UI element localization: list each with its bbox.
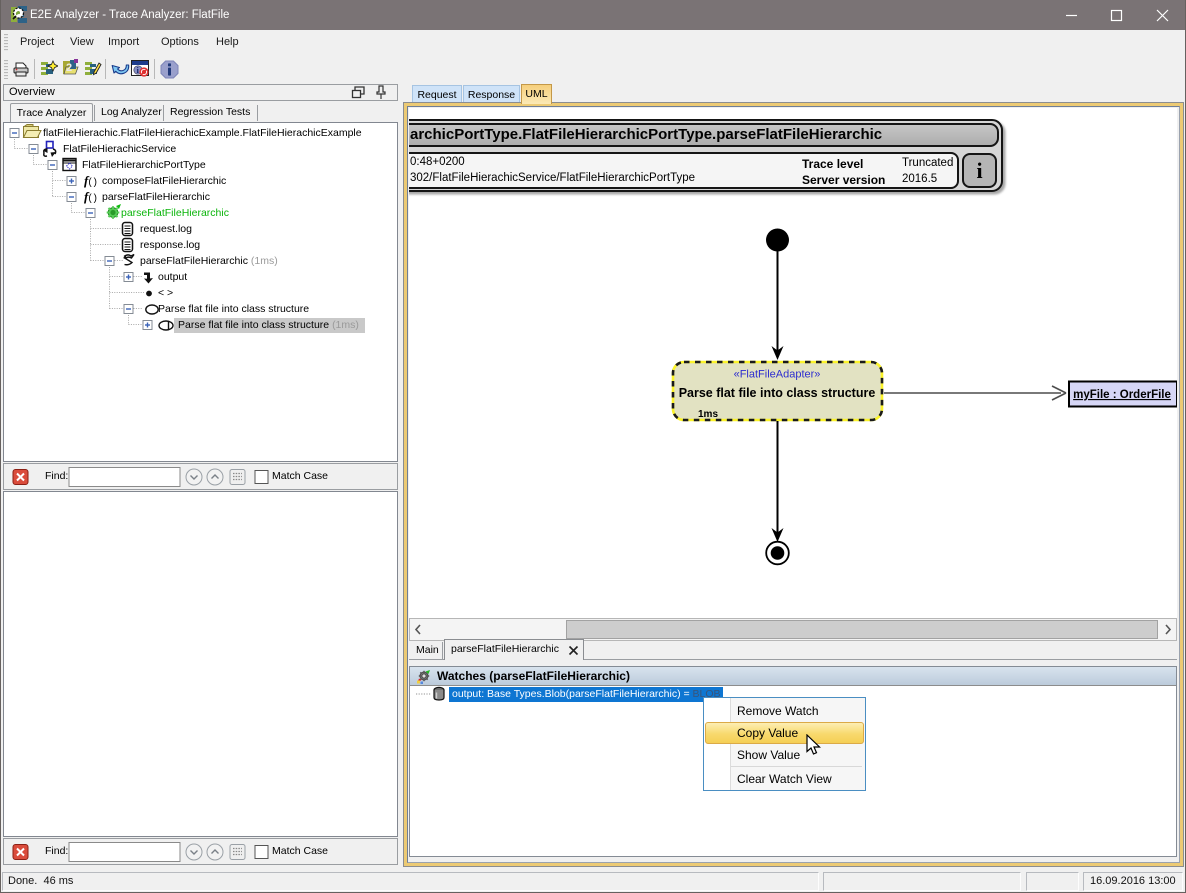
svg-text:myFile : OrderFile: myFile : OrderFile xyxy=(1073,389,1171,401)
svg-text:Parse flat file into class str: Parse flat file into class structure xyxy=(679,386,876,400)
svg-text:«FlatFileAdapter»: «FlatFileAdapter» xyxy=(734,369,821,381)
svg-text:2: 2 xyxy=(66,62,72,74)
svg-text:1ms: 1ms xyxy=(698,409,718,420)
